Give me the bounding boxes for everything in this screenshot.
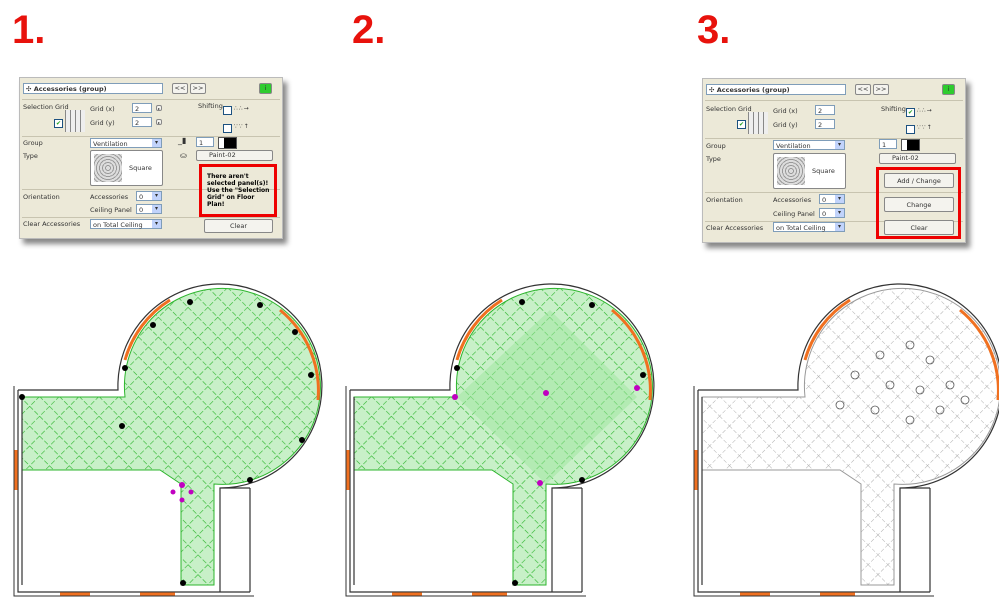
- floor-plan-3[interactable]: [692, 282, 999, 598]
- floor-plan-2[interactable]: [344, 282, 656, 598]
- floor-plan-1[interactable]: [12, 282, 324, 598]
- floor-plans: [12, 282, 999, 598]
